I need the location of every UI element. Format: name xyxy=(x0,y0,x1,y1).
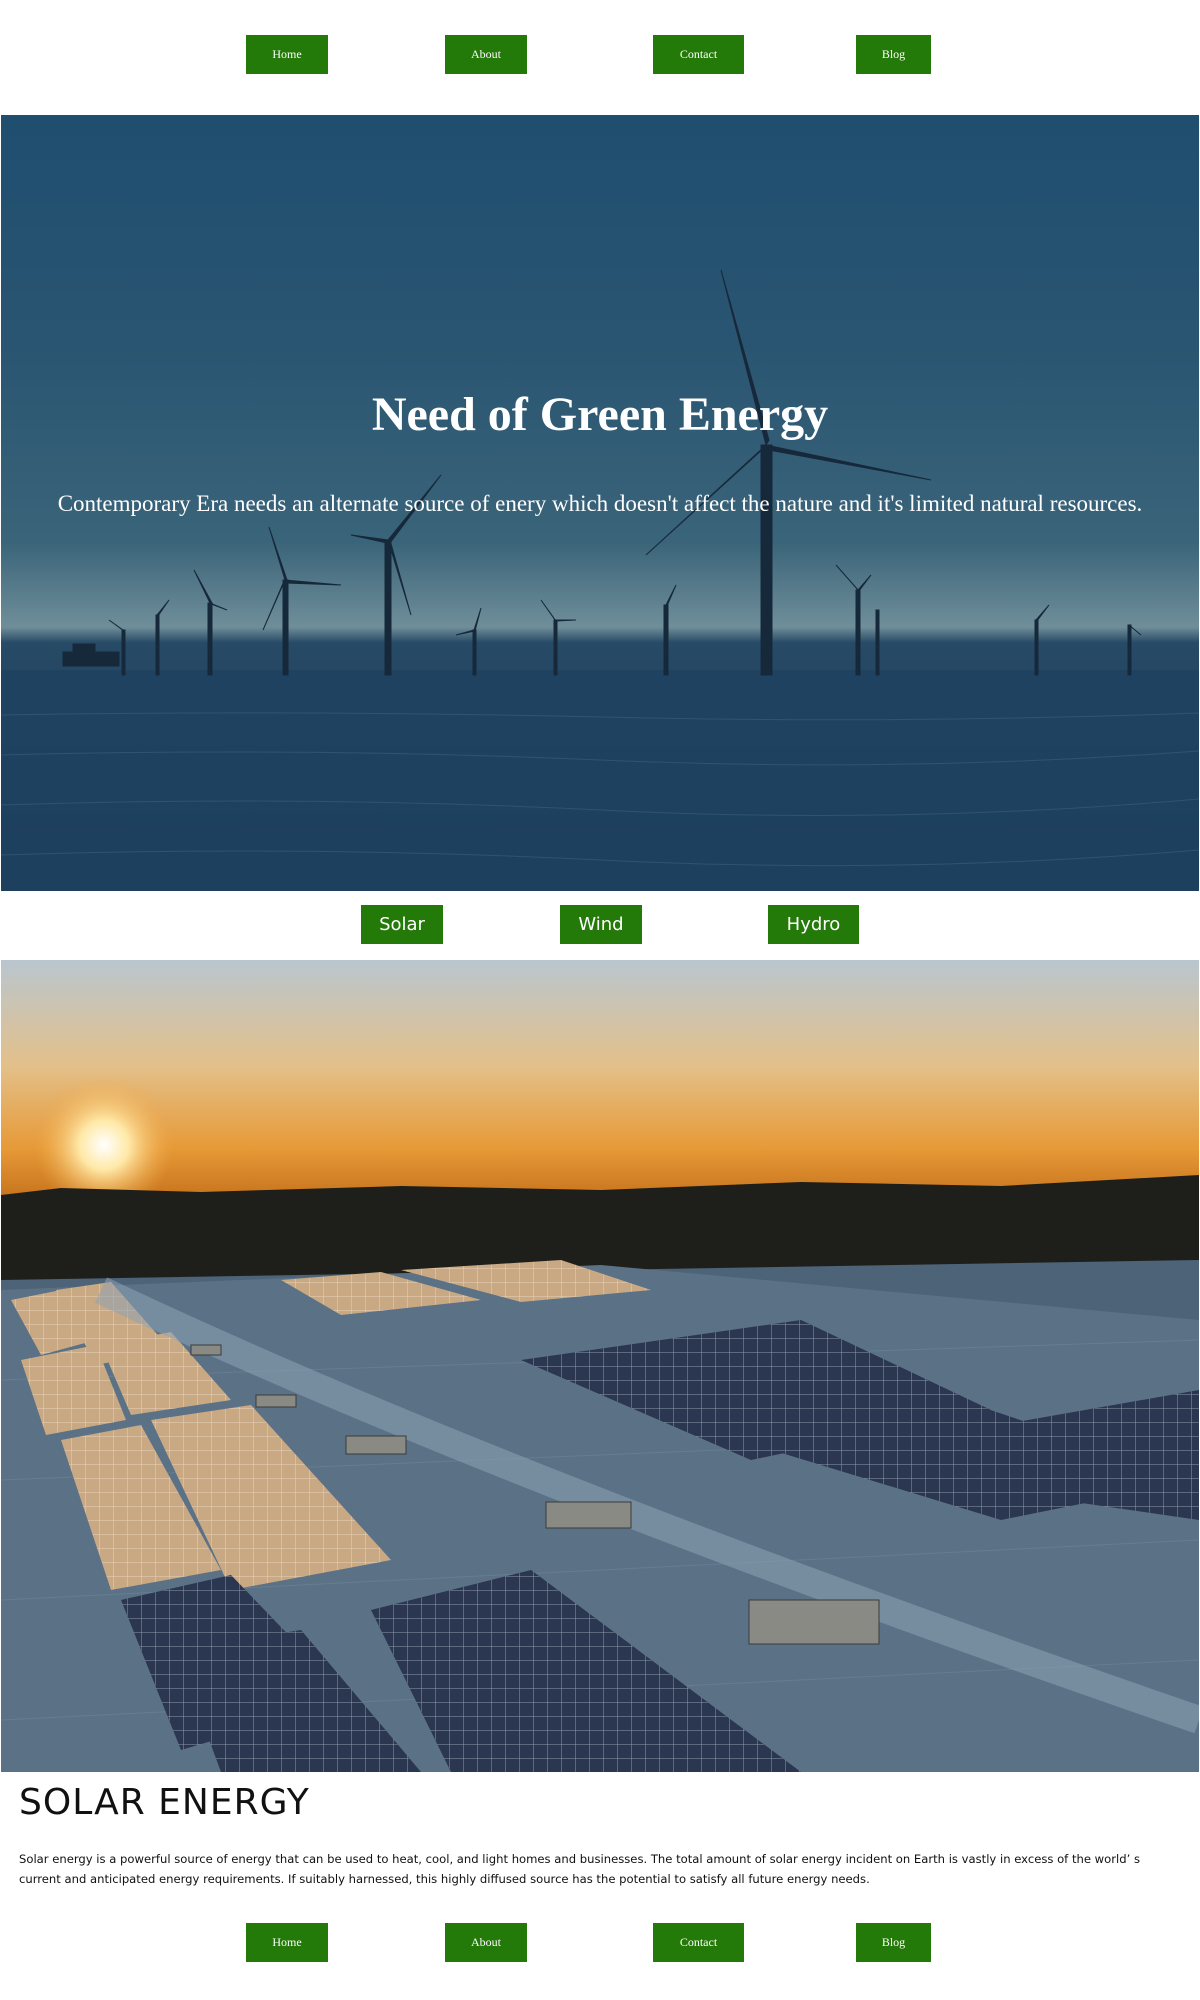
tab-hydro[interactable]: Hydro xyxy=(768,905,859,944)
solar-energy-description: Solar energy is a powerful source of ene… xyxy=(19,1852,1140,1886)
hero-banner: Need of Green Energy Contemporary Era ne… xyxy=(1,115,1199,891)
solar-energy-heading: SOLAR ENERGY xyxy=(19,1782,310,1823)
nav-home-button[interactable]: Home xyxy=(246,35,328,74)
tab-wind[interactable]: Wind xyxy=(560,905,642,944)
nav-contact-button[interactable]: Contact xyxy=(653,35,744,74)
nav-about-button[interactable]: About xyxy=(445,35,527,74)
hero-title: Need of Green Energy xyxy=(371,388,829,441)
footer-home-button[interactable]: Home xyxy=(246,1923,328,1962)
solar-panels-image xyxy=(1,960,1199,1772)
footer-contact-button[interactable]: Contact xyxy=(653,1923,744,1962)
nav-blog-button[interactable]: Blog xyxy=(856,35,931,74)
footer-about-button[interactable]: About xyxy=(445,1923,527,1962)
tab-solar[interactable]: Solar xyxy=(361,905,443,944)
footer-blog-button[interactable]: Blog xyxy=(856,1923,931,1962)
hero-subtitle: Contemporary Era needs an alternate sour… xyxy=(57,491,1143,516)
